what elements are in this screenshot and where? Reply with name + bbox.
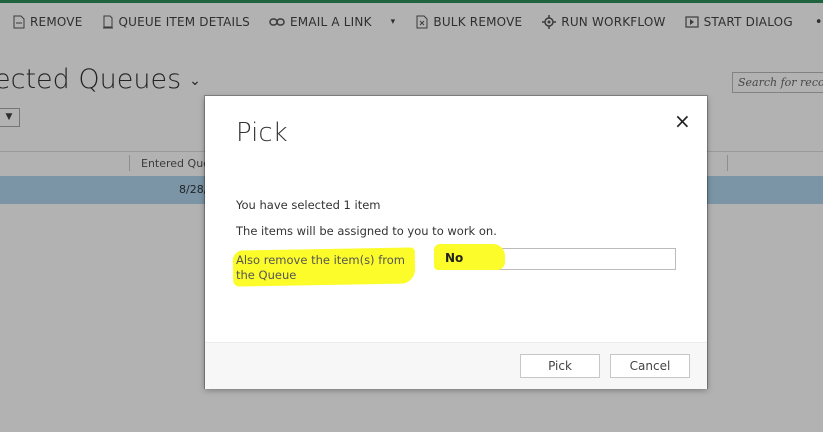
cancel-button[interactable]: Cancel xyxy=(610,354,690,378)
remove-from-queue-label: Also remove the item(s) from the Queue xyxy=(236,253,405,282)
remove-from-queue-value[interactable]: No xyxy=(445,251,463,265)
close-icon[interactable]: × xyxy=(674,109,691,133)
assign-info-text: The items will be assigned to you to wor… xyxy=(236,224,497,238)
selected-count-text: You have selected 1 item xyxy=(236,198,381,212)
dialog-title: Pick xyxy=(236,118,288,148)
dialog-footer: Pick Cancel xyxy=(205,342,707,389)
pick-dialog: Pick × You have selected 1 item The item… xyxy=(205,96,707,389)
pick-button[interactable]: Pick xyxy=(520,354,600,378)
